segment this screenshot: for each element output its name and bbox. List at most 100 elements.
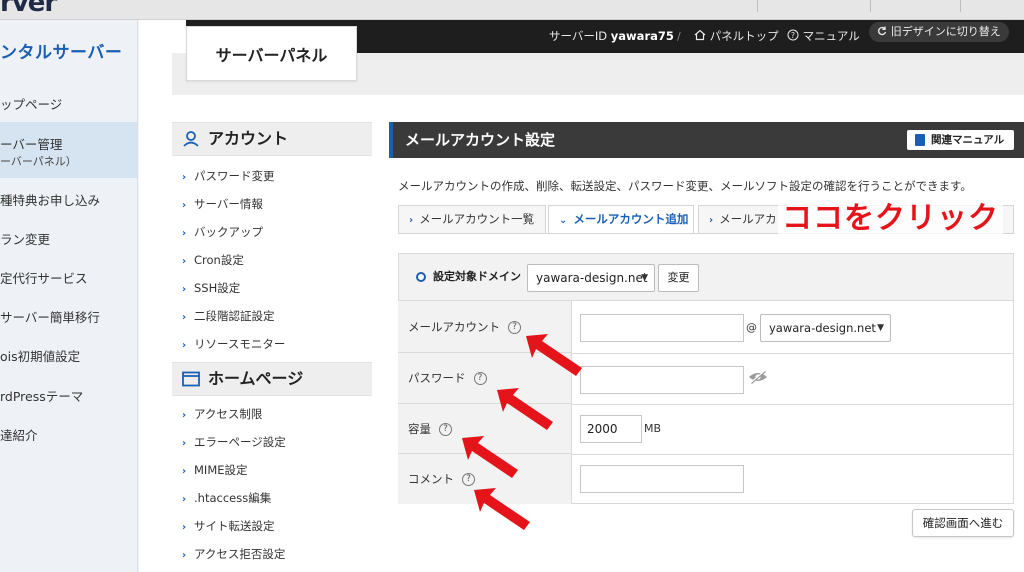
tab-mail-account-add[interactable]: ⌄ メールアカウント追加 <box>548 205 694 234</box>
sidebar-item-label: 種特典お申し込み <box>0 193 101 208</box>
red-arrow-icon <box>474 488 530 530</box>
menu-heading-label: アカウント <box>208 129 289 148</box>
chevron-down-icon: ▼ <box>641 273 648 283</box>
home-icon <box>694 29 706 41</box>
menu-column: アカウント › パスワード変更 › サーバー情報 › バックアップ › Cron設定 ›… <box>172 122 372 572</box>
sidebar-item-server-management[interactable]: ーバー管理 ーバーパネル） <box>0 122 137 178</box>
menu-item-ssh[interactable]: › SSH設定 <box>182 280 240 296</box>
menu-item-label: エラーページ設定 <box>194 435 286 449</box>
domain-label: 設定対象ドメイン <box>433 270 521 283</box>
chevron-down-icon: ⌄ <box>559 215 568 226</box>
sidebar-item-referral[interactable]: 達紹介 <box>0 425 137 444</box>
panel-logo[interactable]: サーバーパネル <box>186 26 357 81</box>
menu-item-access-restriction[interactable]: › アクセス制限 <box>182 406 262 422</box>
panel-top-label: パネルトップ <box>709 29 779 43</box>
top-divider <box>757 0 758 12</box>
mail-domain-value: yawara-design.net <box>769 321 876 335</box>
domain-select-value: yawara-design.net <box>536 271 648 285</box>
chevron-right-icon: › <box>182 172 187 183</box>
chevron-right-icon: › <box>182 256 187 267</box>
menu-item-label: サイト転送設定 <box>194 519 275 533</box>
book-icon <box>915 134 925 146</box>
sidebar-item-label: ois初期値設定 <box>0 349 81 364</box>
menu-item-error-page[interactable]: › エラーページ設定 <box>182 434 286 450</box>
menu-item-cron[interactable]: › Cron設定 <box>182 252 244 268</box>
server-id-label: サーバーID <box>549 29 608 43</box>
domain-select[interactable]: yawara-design.net ▼ <box>527 264 655 292</box>
menu-item-label: バックアップ <box>194 225 263 239</box>
menu-item-resource-monitor[interactable]: › リソースモニター <box>182 336 285 352</box>
mail-account-label: メールアカウント <box>408 320 500 334</box>
capacity-label: 容量 <box>408 422 431 436</box>
chevron-right-icon: › <box>182 410 187 421</box>
related-manual-button[interactable]: 関連マニュアル <box>907 130 1014 150</box>
sidebar-item-label: サーバー簡単移行 <box>0 310 100 325</box>
help-icon[interactable]: ? <box>473 372 487 385</box>
manual-link[interactable]: ? マニュアル <box>787 20 860 53</box>
sidebar-item-label: 達紹介 <box>0 428 38 443</box>
panel-top-link[interactable]: パネルトップ <box>694 20 779 53</box>
menu-item-htaccess[interactable]: › .htaccess編集 <box>182 490 271 506</box>
password-input[interactable] <box>580 366 744 394</box>
question-circle-icon: ? <box>787 29 799 41</box>
top-strip: rver <box>0 0 1024 20</box>
chevron-down-icon: ▼ <box>877 323 884 333</box>
at-sign: @ <box>746 321 757 334</box>
refresh-icon <box>878 26 887 36</box>
annotation-click-here: ココをクリック <box>778 199 1003 239</box>
menu-item-label: SSH設定 <box>194 281 241 295</box>
old-design-label: 旧デザインに切り替え <box>890 25 1001 38</box>
menu-item-site-redirect[interactable]: › サイト転送設定 <box>182 518 275 534</box>
red-arrow-icon <box>526 334 582 376</box>
sidebar-item-setup-service[interactable]: 定代行サービス <box>0 268 137 287</box>
confirm-button[interactable]: 確認画面へ進む <box>912 509 1014 537</box>
browser-window-icon <box>182 371 200 387</box>
sidebar-item-sublabel: ーバーパネル） <box>0 155 77 168</box>
menu-item-label: .htaccess編集 <box>194 491 272 505</box>
capacity-input[interactable]: 2000 <box>580 415 642 443</box>
menu-item-server-info[interactable]: › サーバー情報 <box>182 196 263 212</box>
menu-heading-label: ホームページ <box>208 369 304 388</box>
menu-item-access-deny[interactable]: › アクセス拒否設定 <box>182 546 285 562</box>
related-manual-label: 関連マニュアル <box>931 134 1005 146</box>
menu-item-label: サーバー情報 <box>194 197 263 211</box>
mail-domain-select[interactable]: yawara-design.net ▼ <box>760 314 891 342</box>
menu-item-2fa[interactable]: › 二段階認証設定 <box>182 308 275 324</box>
sidebar-item-whois[interactable]: ois初期値設定 <box>0 346 137 365</box>
sidebar-item-wordpress-theme[interactable]: rdPressテーマ <box>0 386 137 405</box>
eye-slash-icon[interactable] <box>748 370 768 384</box>
sidebar-item-migration[interactable]: サーバー簡単移行 <box>0 307 137 326</box>
comment-input[interactable] <box>580 465 744 493</box>
left-sidebar: ンタルサーバー ップページ ーバー管理 ーバーパネル） 種特典お申し込み ラン変… <box>0 20 138 572</box>
chevron-right-icon: › <box>409 215 414 226</box>
server-id: サーバーID yawara75 <box>549 20 674 53</box>
sidebar-item-label: rdPressテーマ <box>0 389 84 404</box>
sidebar-item-benefits[interactable]: 種特典お申し込み <box>0 190 137 209</box>
sidebar-item-label: ップページ <box>0 97 63 112</box>
brand-logo: rver <box>0 0 57 18</box>
sidebar-item-label: 定代行サービス <box>0 271 88 286</box>
sidebar-item-plan-change[interactable]: ラン変更 <box>0 229 137 248</box>
sidebar-item-top[interactable]: ップページ <box>0 94 137 113</box>
menu-item-password-change[interactable]: › パスワード変更 <box>182 168 275 184</box>
chevron-right-icon: › <box>182 200 187 211</box>
menu-item-label: Cron設定 <box>194 253 244 267</box>
help-icon[interactable]: ? <box>439 423 452 436</box>
change-domain-button[interactable]: 変更 <box>658 264 699 292</box>
tab-label: メールアカウント一覧 <box>419 212 535 226</box>
menu-item-label: パスワード変更 <box>194 169 275 183</box>
old-design-toggle[interactable]: 旧デザインに切り替え <box>869 22 1009 42</box>
chevron-right-icon: › <box>182 522 187 533</box>
sidebar-item-label: ーバー管理 <box>0 137 63 152</box>
row-divider <box>572 404 1014 405</box>
menu-item-backup[interactable]: › バックアップ <box>182 224 263 240</box>
svg-text:?: ? <box>791 31 795 40</box>
menu-item-mime[interactable]: › MIME設定 <box>182 462 248 478</box>
menu-item-label: MIME設定 <box>194 463 248 477</box>
mail-account-input[interactable] <box>580 314 744 342</box>
menu-item-label: リソースモニター <box>194 337 286 351</box>
chevron-right-icon: › <box>182 466 187 477</box>
top-divider <box>960 0 961 12</box>
tab-mail-account-list[interactable]: › メールアカウント一覧 <box>398 205 546 233</box>
help-icon[interactable]: ? <box>508 321 521 334</box>
